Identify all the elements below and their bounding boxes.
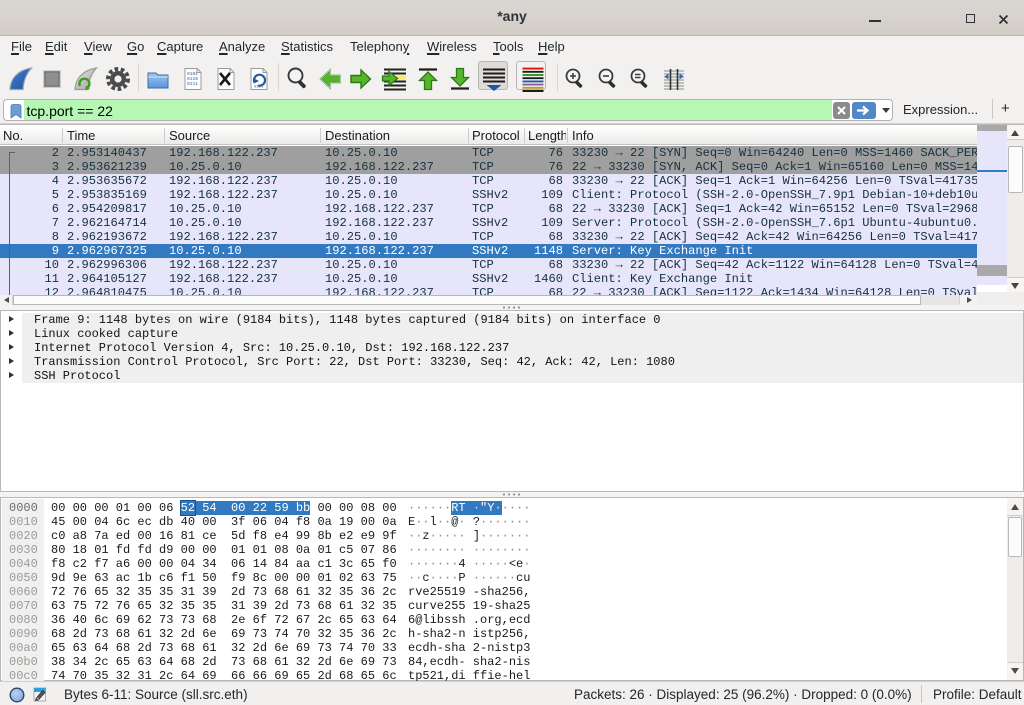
svg-text:0101: 0101 (254, 86, 264, 90)
svg-text:0111: 0111 (187, 81, 198, 87)
